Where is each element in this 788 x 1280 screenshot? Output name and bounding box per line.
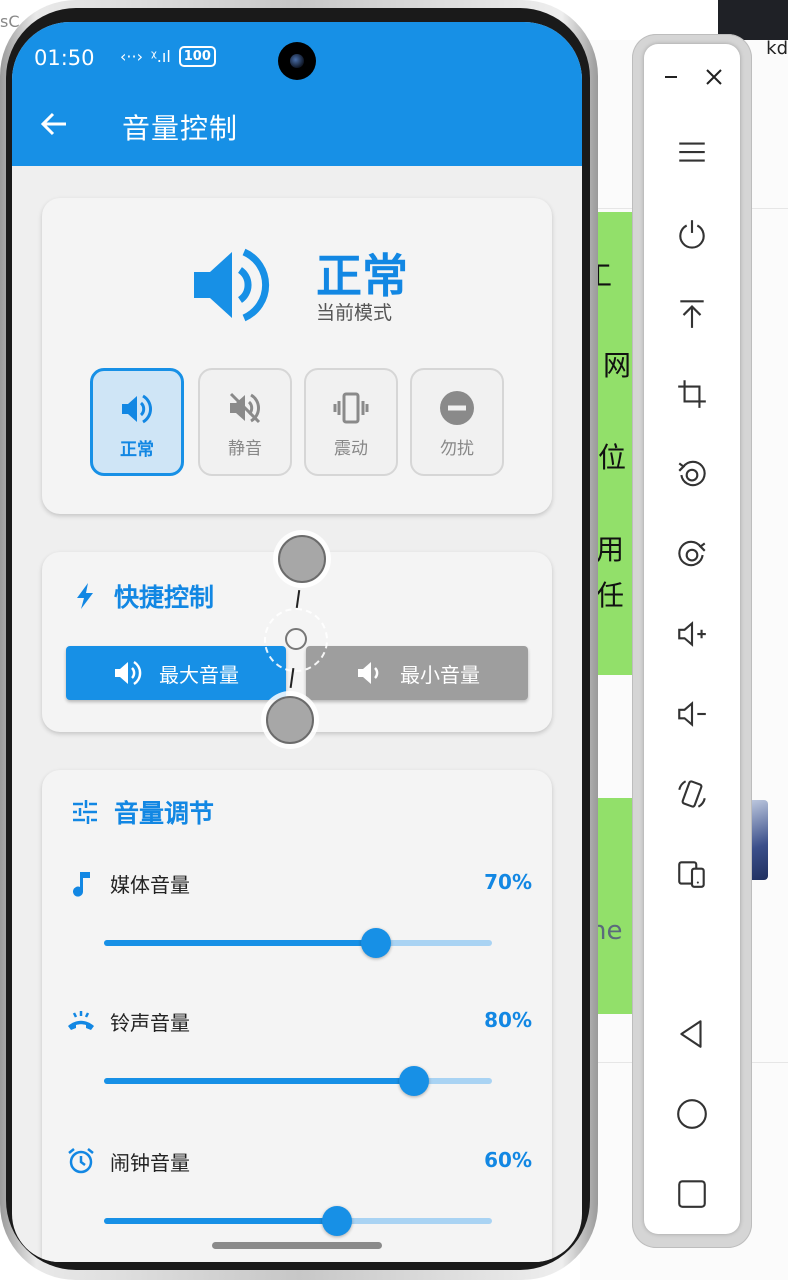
background-char: 位 [598,441,627,474]
slider-fill [104,940,376,946]
vibrate-icon [333,392,369,424]
volume-icon [115,660,142,686]
gesture-home-bar[interactable] [212,1242,382,1249]
mode-label: 静音 [228,439,262,459]
overview-icon[interactable] [670,1172,714,1216]
volume-label-text: 闹钟音量 [110,1150,190,1175]
current-mode: 正常 [316,249,408,303]
mute-icon [229,392,261,424]
signal-icon: ᵡ.ıl [150,47,171,66]
menu-icon[interactable] [670,130,714,174]
quick-control-header: 快捷控制 [70,578,214,614]
ringtone-volume-label: 铃声音量 [66,1006,190,1036]
min-volume-button[interactable]: 最小音量 [306,646,528,700]
front-camera [278,42,316,80]
ringtone-volume-slider[interactable] [104,1066,492,1096]
home-icon[interactable] [670,1092,714,1136]
back-arrow-icon[interactable] [34,104,74,144]
max-volume-label: 最大音量 [159,662,239,687]
slider-thumb[interactable] [399,1066,430,1096]
mode-vibrate-button[interactable]: 震动 [304,368,398,476]
mode-label: 正常 [120,440,154,460]
speaker-icon [194,248,270,322]
rotate-left-icon[interactable] [670,452,714,496]
back-icon[interactable] [670,1012,714,1056]
volume-down-icon[interactable] [670,692,714,736]
do-not-disturb-icon [440,391,474,425]
volume-percent: 80% [484,1008,532,1032]
close-icon[interactable] [699,62,729,92]
background-char: 网 [603,349,632,382]
min-volume-label: 最小音量 [400,662,480,687]
section-title: 快捷控制 [114,583,215,612]
touch-point[interactable] [278,535,326,583]
volume-card: 音量调节 媒体音量 70% 铃声音量 80% 闹钟音量 60% [42,770,552,1262]
mode-normal-button[interactable]: 正常 [90,368,184,476]
volume-header: 音量调节 [70,794,214,830]
mode-card: 正常 当前模式 正常 静音 震动 勿扰 [42,198,552,514]
alarm-volume-label: 闹钟音量 [66,1146,190,1176]
music-note-icon [73,872,90,897]
lightning-icon [77,583,93,609]
mode-mute-button[interactable]: 静音 [198,368,292,476]
volume-percent: 70% [484,870,532,894]
mode-dnd-button[interactable]: 勿扰 [410,368,504,476]
background-top-text: kd [766,38,788,59]
slider-fill [104,1078,415,1084]
slider-fill [104,1218,337,1224]
tune-icon [73,800,97,824]
max-volume-button[interactable]: 最大音量 [66,646,286,700]
crop-icon[interactable] [670,372,714,416]
pin-top-icon[interactable] [670,292,714,336]
volume-percent: 60% [484,1148,532,1172]
rotate-right-icon[interactable] [670,532,714,576]
status-icons: ‹··› ᵡ.ıl 100 [120,46,216,67]
app-bar: 01:50 ‹··› ᵡ.ıl 100 音量控制 [12,22,582,166]
touch-point[interactable] [266,696,314,744]
mode-label: 勿扰 [440,439,474,459]
volume-low-icon [358,662,379,684]
minimize-icon[interactable] [656,62,686,92]
current-mode-label: 当前模式 [316,302,393,324]
speaker-icon [122,394,153,424]
network-icon: ‹··› [120,47,143,66]
ringing-phone-icon [68,1011,94,1030]
emulator-toolbar [644,44,740,1234]
volume-label-text: 铃声音量 [110,1010,190,1035]
slider-thumb[interactable] [321,1206,352,1236]
page-title: 音量控制 [122,112,239,145]
media-volume-slider[interactable] [104,928,492,958]
volume-label-text: 媒体音量 [110,872,190,897]
alarm-clock-icon [68,1148,94,1174]
status-time: 01:50 [34,46,95,70]
background-char: 任 [596,579,625,612]
power-icon[interactable] [670,212,714,256]
battery-icon: 100 [178,46,216,67]
background-char: 用 [596,533,625,566]
rotate-device-icon[interactable] [670,772,714,816]
media-volume-label: 媒体音量 [66,868,190,898]
volume-up-icon[interactable] [670,612,714,656]
section-title: 音量调节 [114,799,215,828]
slider-thumb[interactable] [360,928,391,958]
alarm-volume-slider[interactable] [104,1206,492,1236]
touch-center-point[interactable] [285,628,307,650]
battery-level: 100 [183,49,211,64]
fold-device-icon[interactable] [670,852,714,896]
mode-label: 震动 [334,439,368,459]
